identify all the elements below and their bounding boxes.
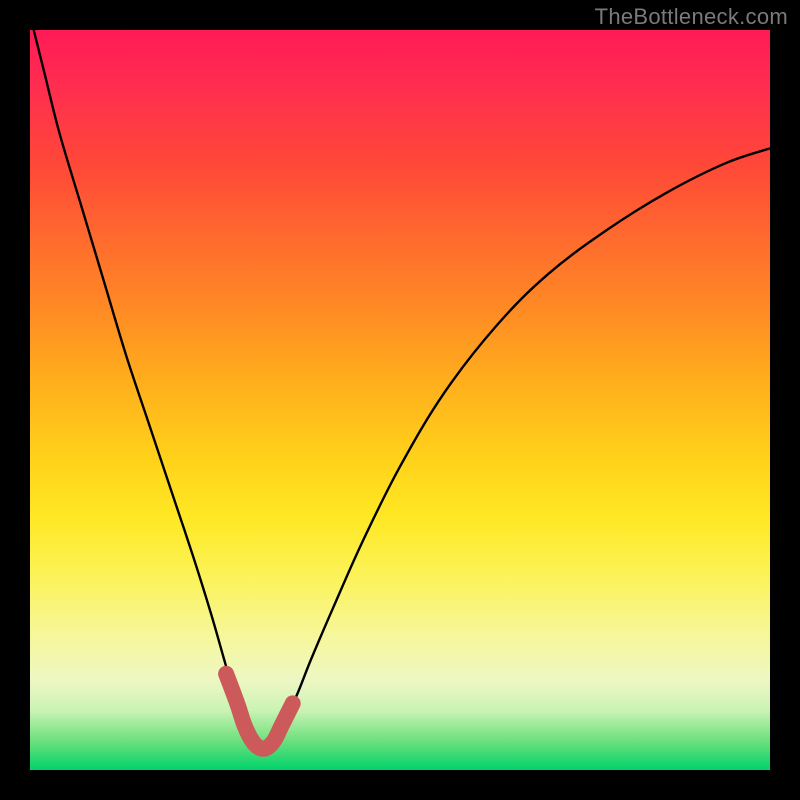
bottleneck-curve (34, 30, 770, 749)
chart-frame: TheBottleneck.com (0, 0, 800, 800)
watermark-text: TheBottleneck.com (595, 4, 788, 30)
highlight-segment (226, 674, 293, 749)
curves-svg (30, 30, 770, 770)
plot-area (30, 30, 770, 770)
